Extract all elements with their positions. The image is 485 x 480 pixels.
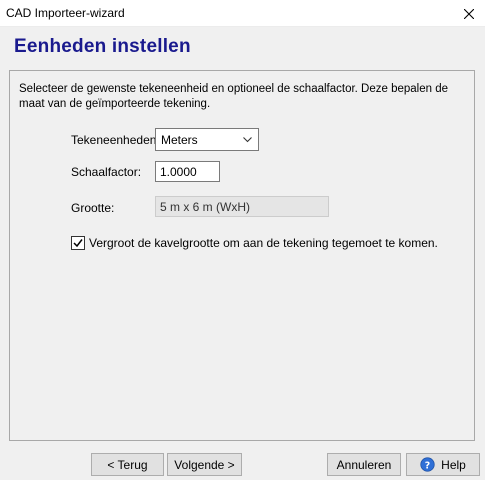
units-selected-value: Meters — [161, 133, 198, 147]
help-button[interactable]: ? Help — [406, 453, 480, 476]
size-value-field: 5 m x 6 m (WxH) — [155, 196, 329, 217]
content-panel — [9, 70, 475, 441]
page-title: Eenheden instellen — [14, 36, 191, 57]
description-text: Selecteer de gewenste tekeneenheid en op… — [19, 83, 449, 110]
next-button[interactable]: Volgende > — [167, 453, 242, 476]
size-label: Grootte: — [71, 201, 115, 215]
chevron-down-icon — [243, 137, 252, 143]
enlarge-plot-checkbox[interactable] — [71, 236, 85, 250]
wizard-header: Eenheden instellen — [0, 27, 485, 63]
help-icon: ? — [420, 457, 435, 472]
help-button-label: Help — [441, 457, 466, 472]
scale-label: Schaalfactor: — [71, 165, 142, 179]
units-dropdown[interactable]: Meters — [155, 128, 259, 151]
close-icon — [464, 8, 474, 19]
cancel-button[interactable]: Annuleren — [327, 453, 401, 476]
checkmark-icon — [73, 239, 83, 248]
close-button[interactable] — [453, 0, 485, 27]
units-label: Tekeneenheden: — [71, 133, 160, 147]
title-bar: CAD Importeer-wizard — [0, 0, 485, 27]
window-title: CAD Importeer-wizard — [6, 6, 125, 20]
scale-factor-input[interactable]: 1.0000 — [155, 161, 220, 182]
svg-text:?: ? — [425, 460, 430, 471]
enlarge-plot-label[interactable]: Vergroot de kavelgrootte om aan de teken… — [89, 236, 438, 250]
back-button[interactable]: < Terug — [91, 453, 164, 476]
